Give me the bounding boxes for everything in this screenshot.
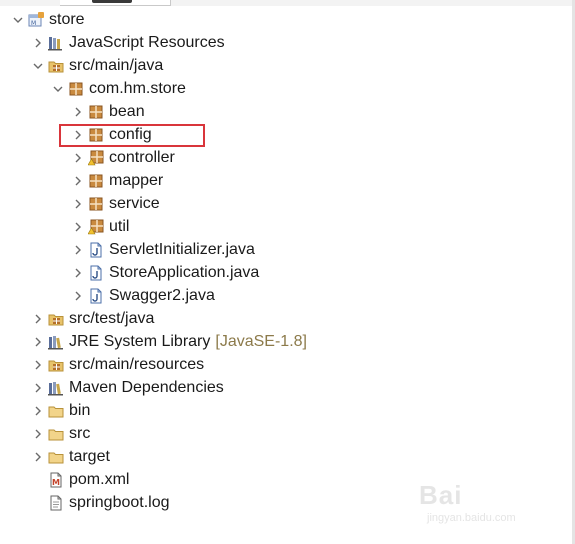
- tree-item-label: springboot.log: [69, 493, 170, 511]
- chevron-right-icon[interactable]: [72, 175, 84, 187]
- tree-item-service[interactable]: service: [0, 192, 575, 215]
- chevron-right-icon[interactable]: [72, 152, 84, 164]
- package-icon: [88, 173, 104, 189]
- chevron-right-icon[interactable]: [32, 451, 44, 463]
- tree-item-src[interactable]: src: [0, 422, 575, 445]
- tree-item-bin[interactable]: bin: [0, 399, 575, 422]
- editor-tab-strip: [0, 0, 575, 6]
- tree-item-src-main-java[interactable]: src/main/java: [0, 54, 575, 77]
- tree-item-bean[interactable]: bean: [0, 100, 575, 123]
- source-folder-icon: [48, 311, 64, 327]
- tree-item-com-hm-store[interactable]: com.hm.store: [0, 77, 575, 100]
- text-file-icon: [48, 495, 64, 511]
- chevron-right-icon[interactable]: [72, 244, 84, 256]
- tree-item-label: ServletInitializer.java: [109, 240, 255, 258]
- tree-item-label: pom.xml: [69, 470, 130, 488]
- package-icon: [88, 196, 104, 212]
- tree-item-storeapplication-java[interactable]: StoreApplication.java: [0, 261, 575, 284]
- tree-item-label: src: [69, 424, 91, 442]
- chevron-right-icon[interactable]: [72, 267, 84, 279]
- tree-item-label: target: [69, 447, 110, 465]
- chevron-right-icon[interactable]: [32, 336, 44, 348]
- tree-item-target[interactable]: target: [0, 445, 575, 468]
- java-file-icon: [88, 242, 104, 258]
- chevron-right-icon[interactable]: [72, 221, 84, 233]
- config-highlight-box: [59, 124, 205, 147]
- chevron-right-icon[interactable]: [32, 428, 44, 440]
- source-folder-icon: [48, 58, 64, 74]
- tree-item-label: bin: [69, 401, 91, 419]
- java-file-icon: [88, 288, 104, 304]
- tree-item-mapper[interactable]: mapper: [0, 169, 575, 192]
- tree-item-label: store: [49, 10, 85, 28]
- package-warning-icon: [88, 150, 104, 166]
- partial-tab[interactable]: [60, 0, 171, 6]
- chevron-right-icon[interactable]: [72, 198, 84, 210]
- tree-item-label: util: [109, 217, 130, 235]
- tree-item-store[interactable]: Mstore: [0, 8, 575, 31]
- tree-item-label: Swagger2.java: [109, 286, 215, 304]
- chevron-right-icon[interactable]: [32, 313, 44, 325]
- library-icon: [48, 334, 64, 350]
- tree-item-label: com.hm.store: [89, 79, 186, 97]
- tree-item-label: mapper: [109, 171, 164, 189]
- chevron-down-icon[interactable]: [12, 14, 24, 26]
- svg-text:M: M: [52, 478, 60, 487]
- tree-item-label: src/test/java: [69, 309, 155, 327]
- tree-item-decoration: [JavaSE-1.8]: [215, 332, 307, 350]
- chevron-right-icon[interactable]: [32, 37, 44, 49]
- tree-item-src-test-java[interactable]: src/test/java: [0, 307, 575, 330]
- tree-item-label: service: [109, 194, 160, 212]
- tree-item-jre-system-library[interactable]: JRE System Library [JavaSE-1.8]: [0, 330, 575, 353]
- package-icon: [88, 104, 104, 120]
- project-explorer-tree: Mstore JavaScript Resources src/main/java c…: [0, 8, 575, 514]
- xml-file-icon: M: [48, 472, 64, 488]
- folder-icon: [48, 403, 64, 419]
- svg-text:M: M: [31, 20, 36, 27]
- package-icon: [68, 81, 84, 97]
- source-folder-icon: [48, 357, 64, 373]
- tree-item-javascript-resources[interactable]: JavaScript Resources: [0, 31, 575, 54]
- chevron-down-icon[interactable]: [52, 83, 64, 95]
- chevron-right-icon[interactable]: [32, 382, 44, 394]
- tree-item-label: src/main/resources: [69, 355, 205, 373]
- tree-item-swagger2-java[interactable]: Swagger2.java: [0, 284, 575, 307]
- package-warning-icon: [88, 219, 104, 235]
- tree-item-label: controller: [109, 148, 175, 166]
- project-icon: M: [28, 11, 44, 28]
- tree-item-label: JavaScript Resources: [69, 33, 225, 51]
- java-file-icon: [88, 265, 104, 281]
- library-icon: [48, 380, 64, 396]
- tree-item-label: JRE System Library: [69, 332, 211, 350]
- javascript-resources-icon: [48, 35, 64, 51]
- folder-icon: [48, 426, 64, 442]
- tree-item-util[interactable]: util: [0, 215, 575, 238]
- tree-item-label: Maven Dependencies: [69, 378, 224, 396]
- tree-item-springboot-log[interactable]: springboot.log: [0, 491, 575, 514]
- tree-item-src-main-resources[interactable]: src/main/resources: [0, 353, 575, 376]
- tree-item-servletinitializer-java[interactable]: ServletInitializer.java: [0, 238, 575, 261]
- tree-item-controller[interactable]: controller: [0, 146, 575, 169]
- chevron-right-icon[interactable]: [32, 359, 44, 371]
- folder-icon: [48, 449, 64, 465]
- chevron-right-icon[interactable]: [72, 106, 84, 118]
- chevron-down-icon[interactable]: [32, 60, 44, 72]
- tree-item-maven-dependencies[interactable]: Maven Dependencies: [0, 376, 575, 399]
- tree-item-label: src/main/java: [69, 56, 164, 74]
- tree-item-label: bean: [109, 102, 145, 120]
- tree-item-label: StoreApplication.java: [109, 263, 260, 281]
- chevron-right-icon[interactable]: [32, 405, 44, 417]
- chevron-right-icon[interactable]: [72, 290, 84, 302]
- tree-item-pom-xml[interactable]: Mpom.xml: [0, 468, 575, 491]
